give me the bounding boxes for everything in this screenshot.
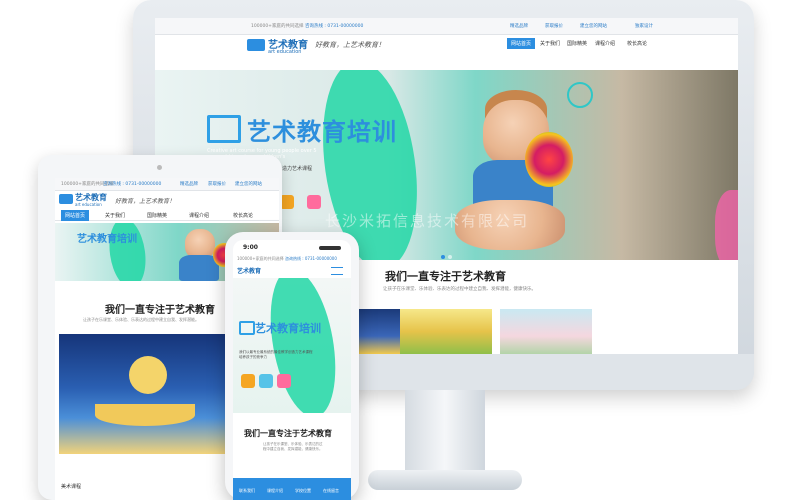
- tablet-moon-illustration[interactable]: [59, 334, 225, 454]
- tablet-nav-elite[interactable]: 国际精英: [147, 212, 167, 219]
- nav-item-home[interactable]: 网站首页: [507, 38, 536, 49]
- tablet-section-title: 我们一直专注于艺术教育: [105, 305, 215, 316]
- logo-icon[interactable]: [247, 39, 265, 51]
- watermark: 长沙米拓信息技术有限公司: [325, 212, 530, 230]
- section-subtitle: 让孩子在乐课堂、乐体验、乐表达的过程中建立自我、发挥潜能，健康快乐。: [383, 287, 536, 292]
- monitor-stand-base: [368, 470, 522, 490]
- tablet-slogan: 好教育，上艺术教育！: [115, 198, 176, 205]
- top-bar: 100000+家庭的共同选择 咨询热线 : 0731-00000000 精选品牌…: [155, 18, 738, 35]
- tablet-nav-home[interactable]: 网站首页: [61, 210, 90, 221]
- phone-footer-bar: 联系我们 课程介绍 学校位置 在线留言: [233, 478, 351, 500]
- nav-item-about[interactable]: 关于我们: [540, 40, 560, 47]
- thumb-sunflower-field[interactable]: [400, 309, 492, 354]
- phone-tile-1: [241, 374, 255, 388]
- phone-contact: 100000+家庭的共同选择: [237, 256, 284, 261]
- slider-dot-2[interactable]: [448, 255, 452, 259]
- thumb-children-play[interactable]: [500, 309, 592, 354]
- tablet-logo-en: art education: [75, 202, 102, 207]
- menu-icon[interactable]: [331, 267, 343, 275]
- phone-time: 9:00: [243, 244, 258, 251]
- top-link-design[interactable]: 独家设计: [635, 23, 653, 29]
- tablet-nav-principal[interactable]: 校长高论: [233, 212, 253, 219]
- tablet-nav: 网站首页 关于我们 国际精英 课程介绍 校长高论: [55, 210, 279, 221]
- feature-tile-1: [280, 195, 294, 209]
- phone-section-title: 我们一直专注于艺术教育: [244, 429, 332, 438]
- phone-hotline: 咨询热线 : 0731-00000000: [285, 256, 337, 261]
- nav-item-principal[interactable]: 校长高论: [627, 40, 647, 47]
- top-link-build[interactable]: 建立您的网站: [580, 23, 607, 29]
- hotline-text: 咨询热线 : 0731-00000000: [305, 24, 364, 29]
- battery-icon: [319, 246, 341, 250]
- tablet-link-brand[interactable]: 精选品牌: [180, 181, 198, 187]
- tablet-link-quote[interactable]: 获取报价: [208, 181, 226, 187]
- footer-courses[interactable]: 课程介绍: [267, 488, 283, 494]
- phone-section-sub: 让孩子在乐课堂、乐体验、乐表达的过程中建立自我、发挥潜能，健康快乐。: [263, 442, 323, 451]
- phone-banner-title: 艺术教育培训: [255, 322, 321, 335]
- phone-book-icon: [239, 321, 255, 335]
- nav-item-elite[interactable]: 国际精英: [567, 40, 587, 47]
- moon-icon: [129, 356, 167, 394]
- footer-location[interactable]: 学校位置: [295, 488, 311, 494]
- tablet-camera: [157, 165, 162, 170]
- phone-banner-desc: 我们以最专业最系统的最佳教学创造力艺术课程培养孩子的竞争力: [239, 350, 313, 359]
- tablet-hotline: 咨询热线 : 0731-00000000: [103, 182, 162, 187]
- top-link-brand[interactable]: 精选品牌: [510, 23, 528, 29]
- tablet-link-build[interactable]: 建立您的网站: [235, 181, 262, 187]
- section-title: 我们一直专注于艺术教育: [385, 270, 506, 283]
- phone-banner: 艺术教育培训 我们以最专业最系统的最佳教学创造力艺术课程培养孩子的竞争力: [233, 278, 351, 413]
- contact-text: 100000+家庭的共同选择: [251, 24, 304, 29]
- phone-logo-cn[interactable]: 艺术教育: [237, 266, 261, 275]
- crescent-boat: [95, 404, 195, 426]
- phone-tile-2: [259, 374, 273, 388]
- slogan: 好教育，上艺术教育！: [315, 41, 385, 49]
- flower-bouquet: [525, 132, 573, 187]
- phone-paint-stroke: [260, 278, 346, 413]
- tablet-logo-icon[interactable]: [59, 194, 73, 204]
- phone-screen: 9:00 100000+家庭的共同选择 咨询热线 : 0731-00000000…: [233, 240, 351, 500]
- tablet-section-sub: 让孩子在乐课堂、乐体验、乐表达的过程中建立自我、发挥潜能。: [83, 317, 199, 322]
- phone-tile-3: [277, 374, 291, 388]
- feature-tile-2: [307, 195, 321, 209]
- tablet-nav-courses[interactable]: 课程介绍: [189, 212, 209, 219]
- footer-message[interactable]: 在线留言: [323, 488, 339, 494]
- banner-title: 艺术教育培训: [247, 118, 397, 146]
- logo-en: art education: [268, 49, 302, 55]
- nav-item-courses[interactable]: 课程介绍: [595, 40, 615, 47]
- book-icon: [207, 115, 241, 143]
- tablet-banner-title: 艺术教育培训: [77, 234, 137, 245]
- tablet-top-bar: 100000+家庭的共同选择 咨询热线 : 0731-00000000 精选品牌…: [55, 178, 279, 191]
- top-link-quote[interactable]: 获取报价: [545, 23, 563, 29]
- paint-stroke-pink: [715, 190, 738, 260]
- footer-contact[interactable]: 联系我们: [239, 488, 255, 494]
- tablet-caption: 美术课程: [61, 484, 82, 490]
- slider-dot-1[interactable]: [441, 255, 445, 259]
- tablet-nav-about[interactable]: 关于我们: [105, 212, 125, 219]
- lightbulb-icon: [567, 82, 593, 108]
